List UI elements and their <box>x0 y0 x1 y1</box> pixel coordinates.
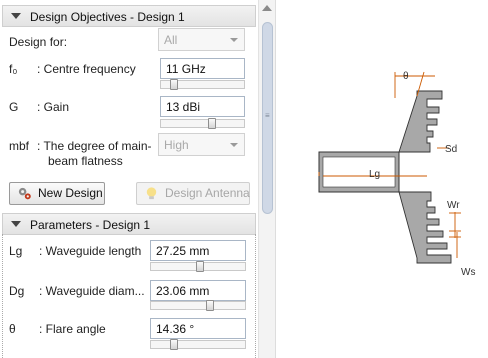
design-objectives-header[interactable]: Design Objectives - Design 1 <box>2 5 256 27</box>
f0-label: : Centre frequency <box>37 62 136 76</box>
f0-symbol: f₀ <box>9 62 18 76</box>
scrollbar-thumb[interactable]: ≡ <box>262 22 273 214</box>
sd-dim-label: Sd <box>445 144 457 155</box>
new-design-label: New Design <box>38 186 103 200</box>
lower-flare <box>398 191 452 264</box>
slider-thumb[interactable] <box>208 118 216 129</box>
gears-icon <box>18 187 31 200</box>
ws-dim-label: Ws <box>461 267 475 278</box>
slider-thumb[interactable] <box>206 300 214 311</box>
chevron-down-icon <box>230 38 238 42</box>
theta-symbol: θ <box>9 322 16 336</box>
mbf-label-line2: beam flatness <box>48 154 123 168</box>
new-design-button[interactable]: New Design <box>9 182 105 205</box>
wr-dim-label: Wr <box>447 200 460 211</box>
mbf-symbol: mbf <box>9 139 30 153</box>
waveguide-bore <box>322 156 396 188</box>
parameters-header[interactable]: Parameters - Design 1 <box>2 213 256 235</box>
antenna-diagram-panel: θ Sd Lg Wr Ws <box>281 0 488 358</box>
grip-icon: ≡ <box>265 111 270 120</box>
slider-thumb[interactable] <box>196 261 204 272</box>
dg-label: : Waveguide diam... <box>39 284 145 298</box>
theta-label: : Flare angle <box>39 322 106 336</box>
waveguide-diameter-slider[interactable] <box>150 300 246 311</box>
gain-slider[interactable] <box>160 118 245 129</box>
splitter[interactable] <box>275 0 280 358</box>
scroll-up-arrow-icon[interactable] <box>262 5 272 11</box>
lg-symbol: Lg <box>9 244 23 258</box>
centre-frequency-input[interactable]: 11 GHz <box>160 58 245 79</box>
gain-input[interactable]: 13 dBi <box>160 96 245 117</box>
gain-symbol: G <box>9 100 19 114</box>
mbf-label-line1: : The degree of main- <box>37 139 152 153</box>
waveguide-diameter-input[interactable]: 23.06 mm <box>150 280 246 301</box>
upper-flare <box>398 90 443 153</box>
collapse-triangle-icon[interactable] <box>11 221 21 227</box>
design-for-label: Design for: <box>9 35 68 49</box>
lightbulb-icon <box>146 187 157 200</box>
gain-label: : Gain <box>37 100 70 114</box>
mbf-value: High <box>164 138 189 152</box>
design-antenna-label: Design Antenna <box>165 186 250 200</box>
theta-dim-label: θ <box>403 71 409 82</box>
collapse-triangle-icon[interactable] <box>11 13 21 19</box>
centre-frequency-slider[interactable] <box>160 79 245 90</box>
slider-thumb[interactable] <box>170 339 178 350</box>
flare-angle-input[interactable]: 14.36 ° <box>150 318 246 339</box>
chevron-down-icon <box>230 143 238 147</box>
lg-dim-label: Lg <box>369 169 380 180</box>
waveguide-length-slider[interactable] <box>150 261 246 272</box>
design-antenna-button[interactable]: Design Antenna <box>136 182 250 205</box>
horn-antenna-diagram: θ Sd Lg Wr Ws <box>318 71 475 278</box>
waveguide-length-input[interactable]: 27.25 mm <box>150 240 246 261</box>
slider-thumb[interactable] <box>170 79 178 90</box>
mbf-select[interactable]: High <box>158 133 245 156</box>
design-objectives-title: Design Objectives - Design 1 <box>30 10 185 24</box>
parameters-title: Parameters - Design 1 <box>30 218 151 232</box>
left-panel: Design Objectives - Design 1 Design for:… <box>0 0 258 358</box>
dg-symbol: Dg <box>9 284 25 298</box>
design-for-select[interactable]: All <box>158 28 245 51</box>
design-for-value: All <box>164 33 178 47</box>
flare-angle-slider[interactable] <box>150 339 246 350</box>
vertical-scrollbar[interactable]: ≡ <box>258 0 275 358</box>
lg-label: : Waveguide length <box>39 244 142 258</box>
